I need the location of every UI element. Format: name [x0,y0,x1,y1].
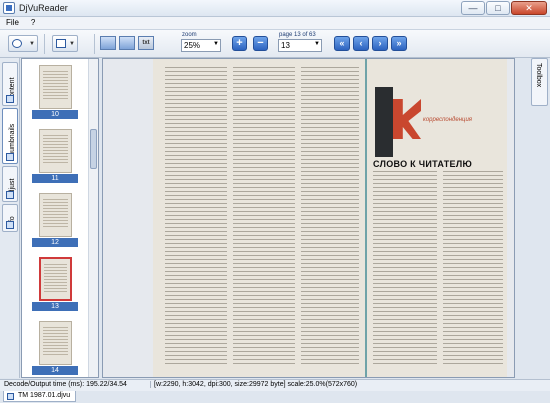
toolbar-separator [94,34,95,54]
previous-page-button[interactable]: ‹ [353,36,369,51]
menu-bar: File ? [0,17,550,30]
gear-icon [12,39,22,48]
document-tab-label: TM 1987.01.djvu [18,392,71,399]
page-layout-dropdown-button[interactable]: ▼ [52,35,78,52]
thumbnail-item[interactable]: 10 [32,65,78,119]
next-page-button[interactable]: › [372,36,388,51]
page-select[interactable]: 13 ▼ [278,39,322,52]
document-icon [7,393,14,400]
article-heading: СЛОВО К ЧИТАТЕЛЮ [373,159,473,169]
thumbnail-item-selected[interactable]: 13 [32,257,78,311]
minimize-button[interactable]: — [461,1,485,15]
first-page-button[interactable]: « [334,36,350,51]
banner-text: корреспонденция [423,117,472,123]
text-column [443,171,503,367]
zoom-label: zoom [182,32,197,38]
menu-help[interactable]: ? [25,17,41,29]
menu-file[interactable]: File [0,17,25,29]
content-icon [6,95,14,103]
view-bw-button[interactable] [119,36,135,50]
page-counter-label: page 13 of 63 [279,32,316,38]
page-info-status: [w:2290, h:3042, dpi:300, size:29972 byt… [150,381,357,388]
thumbnail-page-number: 14 [32,366,78,375]
zoom-select[interactable]: 25% ▼ [181,39,221,52]
text-column [373,171,437,367]
thumbnails-icon [6,153,14,161]
view-color-button[interactable] [100,36,116,50]
view-text-button[interactable]: txt [138,36,154,50]
zoom-in-button[interactable]: + [232,36,247,51]
adjust-icon [6,191,14,199]
scrollbar-thumb[interactable] [90,129,97,169]
thumbnail-page-number: 10 [32,110,78,119]
document-tab[interactable]: TM 1987.01.djvu [3,391,77,402]
zoom-out-button[interactable]: − [253,36,268,51]
thumbnail-page-image [38,257,72,301]
chevron-down-icon: ▼ [314,41,320,47]
thumbnails-scrollbar[interactable] [88,59,98,377]
tab-thumbnails[interactable]: Thumbnails [2,108,18,164]
status-bar: Decode/Output time (ms): 195.22/34.54 [w… [0,379,550,391]
thumbnail-page-image [38,129,72,173]
page-value: 13 [281,41,290,50]
toolbar-separator [44,34,45,54]
thumbnail-page-image [38,65,72,109]
toolbar: ▼ ▼ txt zoom 25% ▼ + − page 13 of 63 13 … [0,30,550,58]
thumbnail-item[interactable]: 12 [32,193,78,247]
decode-time-status: Decode/Output time (ms): 195.22/34.54 [4,381,127,388]
banner-graphic [375,87,393,157]
text-column [165,67,227,367]
thumbnail-page-number: 12 [32,238,78,247]
info-icon [6,221,14,229]
tab-content[interactable]: Content [2,62,18,106]
thumbnails-panel: 10 11 12 13 14 [21,58,99,378]
close-button[interactable]: ✕ [511,1,547,15]
text-column [301,67,359,367]
side-tab-strip: Content Thumbnails Adjust Info [0,58,20,378]
tab-info[interactable]: Info [2,204,18,232]
thumbnail-item[interactable]: 14 [32,321,78,375]
last-page-button[interactable]: » [391,36,407,51]
document-view[interactable]: корреспонденция СЛОВО К ЧИТАТЕЛЮ [102,58,515,378]
chevron-down-icon: ▼ [29,41,35,47]
title-bar: DjVuReader — □ ✕ [0,0,550,17]
thumbnail-item[interactable]: 11 [32,129,78,183]
chevron-down-icon: ▼ [213,41,219,47]
tab-adjust[interactable]: Adjust [2,166,18,202]
document-tab-strip: TM 1987.01.djvu [0,391,550,403]
app-icon [3,2,15,14]
toolbox-label: Toolbox [535,63,542,88]
page-spine [365,59,367,377]
zoom-value: 25% [184,41,201,50]
window-title: DjVuReader [19,3,68,13]
text-column [233,67,295,367]
maximize-button[interactable]: □ [486,1,510,15]
thumbnail-page-image [38,193,72,237]
thumbnail-page-number: 11 [32,174,78,183]
thumbnail-page-number: 13 [32,302,78,311]
chevron-down-icon: ▼ [69,41,75,47]
page-icon [56,39,66,48]
thumbnail-page-image [38,321,72,365]
toolbox-tab[interactable]: Toolbox [531,58,548,106]
settings-dropdown-button[interactable]: ▼ [8,35,38,52]
